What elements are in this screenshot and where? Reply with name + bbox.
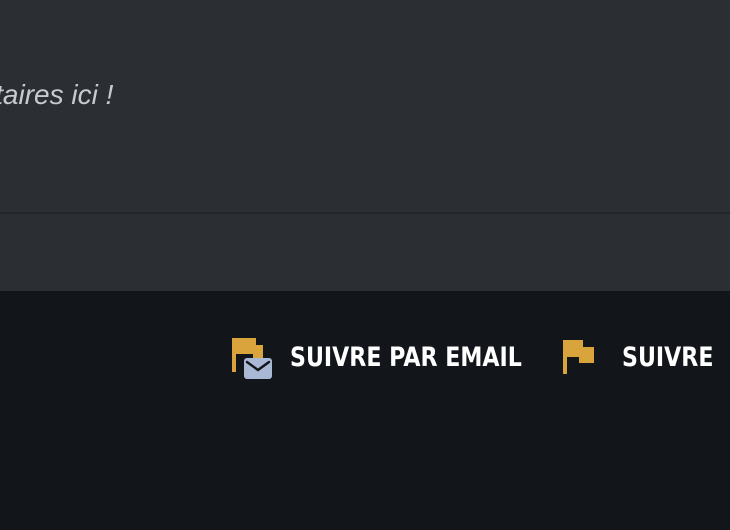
follow-button[interactable]: SUIVRE	[563, 335, 730, 381]
comments-placeholder-text: entaires ici !	[0, 79, 114, 110]
follow-by-email-label: SUIVRE PAR EMAIL	[290, 342, 522, 373]
comments-panel: entaires ici !	[0, 0, 730, 291]
flag-icon	[563, 338, 595, 378]
follow-label: SUIVRE	[622, 342, 714, 373]
panel-divider	[0, 212, 730, 214]
follow-by-email-button[interactable]: SUIVRE PAR EMAIL	[232, 335, 573, 381]
flag-mail-icon	[232, 335, 272, 381]
follow-footer	[0, 291, 730, 530]
